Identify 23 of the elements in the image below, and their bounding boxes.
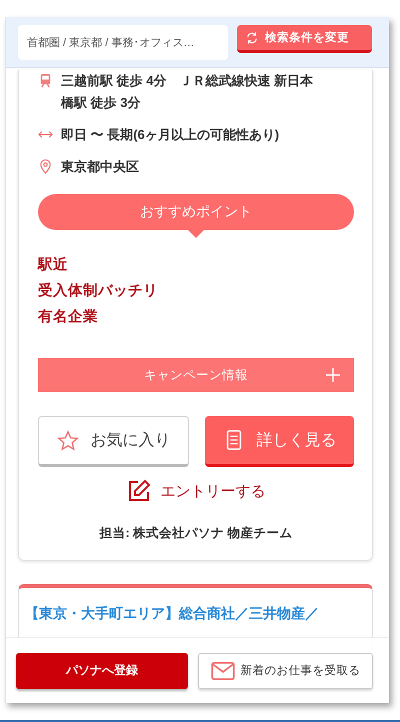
job-detail-text: 即日 〜 長期(6ヶ月以上の可能性あり) xyxy=(61,126,280,144)
register-button[interactable]: パソナへ登録 xyxy=(16,652,188,688)
job-detail-text: 東京都中央区 xyxy=(61,158,139,176)
refresh-icon xyxy=(245,30,259,44)
recommend-point: 駅近 xyxy=(38,256,69,275)
recommend-heading: おすすめポイント xyxy=(38,194,354,230)
search-field[interactable]: 首都圏 / 東京都 / 事務･オフィス… xyxy=(18,25,228,60)
details-button[interactable]: 詳しく見る xyxy=(205,416,354,467)
notify-button[interactable]: 新着のお仕事を受取る xyxy=(198,652,373,688)
entry-link[interactable]: エントリーする xyxy=(126,479,266,503)
train-icon xyxy=(38,73,53,88)
location-pin-icon xyxy=(38,159,53,174)
star-icon xyxy=(56,428,78,452)
envelope-icon xyxy=(210,662,234,680)
recommend-point: 受入体制バッチリ xyxy=(38,282,159,301)
favorite-button[interactable]: お気に入り xyxy=(38,416,189,467)
callout-tail xyxy=(188,230,204,238)
pencil-edit-icon xyxy=(126,479,150,503)
contact-text: 担当: 株式会社パソナ 物産チーム xyxy=(98,525,294,542)
job-detail-text: 三越前駅 徒歩 4分 ＪＲ総武線快速 新日本橋駅 徒歩 3分 xyxy=(61,72,314,112)
job-title-link[interactable]: 【東京・大手町エリア】総合商社／三井物産／ xyxy=(25,602,362,624)
recommend-point: 有名企業 xyxy=(38,308,99,327)
change-search-button[interactable]: 検索条件を変更 xyxy=(237,25,372,53)
